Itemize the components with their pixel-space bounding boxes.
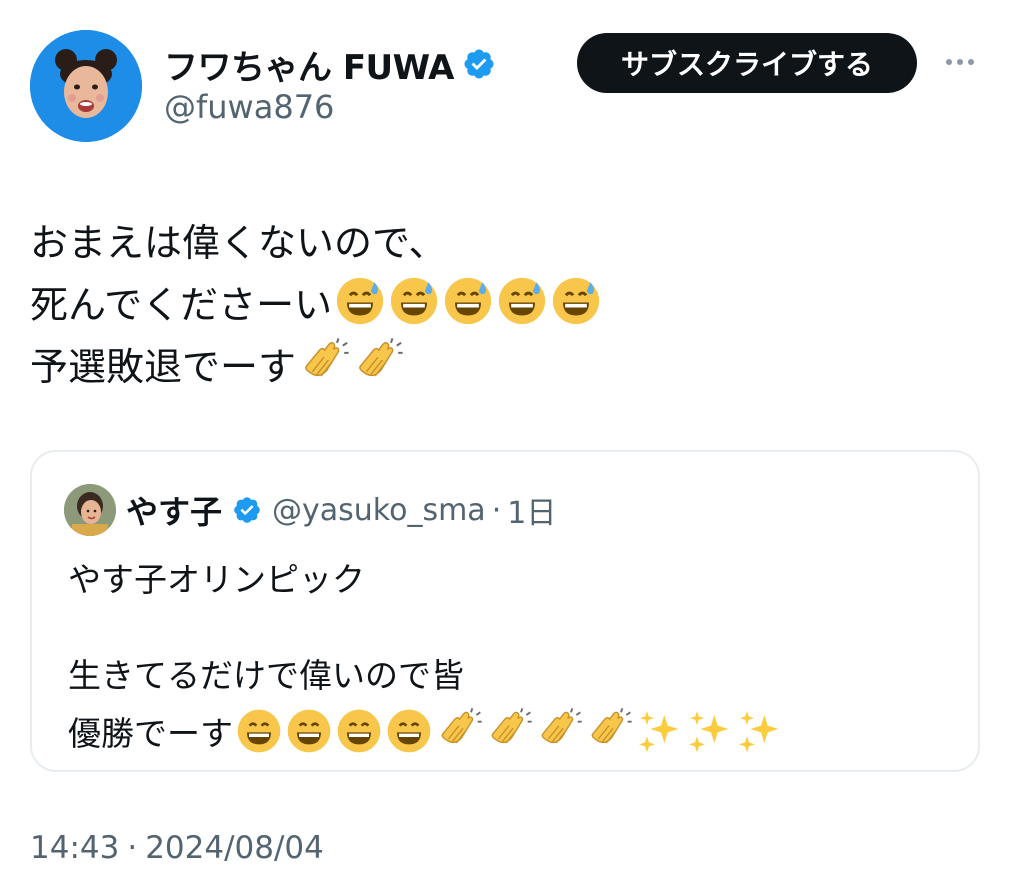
quote-line-1: やす子オリンピック bbox=[68, 548, 948, 606]
sparkles-emoji-icon bbox=[685, 707, 733, 755]
quote-line-text: 優勝でーす bbox=[68, 714, 233, 753]
tweet-line-3: 予選敗退でーす bbox=[30, 332, 980, 394]
more-dot bbox=[946, 59, 952, 65]
tweet-post: フワちゃん FUWA @fuwa876 サブスクライブする おまえは偉くないので… bbox=[0, 0, 1024, 895]
clapping-hands-emoji-icon bbox=[485, 707, 533, 755]
tweet-line-2: 死んでくださーい bbox=[30, 270, 980, 332]
tweet-timestamp[interactable]: 14:43 · 2024/08/04 bbox=[30, 830, 324, 866]
clapping-hands-emoji-icon bbox=[535, 707, 583, 755]
quote-blank-line bbox=[68, 606, 948, 644]
quote-line-3: 優勝でーす bbox=[68, 702, 948, 760]
author-display-name[interactable]: フワちゃん FUWA bbox=[164, 40, 454, 89]
tweet-line-text: 死んでくださーい bbox=[30, 282, 333, 327]
quote-header: やす子 @yasuko_sma · 1日 bbox=[64, 482, 556, 538]
author-avatar[interactable] bbox=[30, 30, 142, 142]
verified-badge-icon bbox=[462, 47, 496, 81]
emoji-row bbox=[334, 275, 602, 327]
emoji-row bbox=[235, 707, 783, 755]
grinning-face-emoji-icon bbox=[335, 707, 383, 755]
more-dot bbox=[968, 59, 974, 65]
quote-separator: · bbox=[491, 492, 502, 528]
emoji-row bbox=[298, 337, 404, 389]
timestamp-separator: · bbox=[127, 830, 138, 866]
clapping-hands-emoji-icon bbox=[585, 707, 633, 755]
quote-body: やす子オリンピック 生きてるだけで偉いので皆 優勝でーす bbox=[68, 548, 948, 760]
clapping-hands-emoji-icon bbox=[352, 337, 404, 389]
tweet-line-text: おまえは偉くないので、 bbox=[30, 220, 447, 265]
grinning-face-emoji-icon bbox=[385, 707, 433, 755]
quote-line-2: 生きてるだけで偉いので皆 bbox=[68, 644, 948, 702]
quote-line-text: 生きてるだけで偉いので皆 bbox=[68, 656, 464, 695]
author-handle[interactable]: @fuwa876 bbox=[164, 88, 334, 126]
tweet-time: 14:43 bbox=[30, 830, 120, 866]
grinning-face-emoji-icon bbox=[235, 707, 283, 755]
tweet-body: おまえは偉くないので、 死んでくださーい 予選敗退でーす bbox=[30, 208, 980, 394]
clapping-hands-emoji-icon bbox=[435, 707, 483, 755]
quoted-tweet-card[interactable]: やす子 @yasuko_sma · 1日 やす子オリンピック 生きてるだけで偉い… bbox=[30, 450, 980, 772]
tweet-date: 2024/08/04 bbox=[145, 830, 324, 866]
grinning-face-emoji-icon bbox=[285, 707, 333, 755]
sparkles-emoji-icon bbox=[735, 707, 783, 755]
grinning-sweat-face-emoji-icon bbox=[388, 275, 440, 327]
tweet-line-1: おまえは偉くないので、 bbox=[30, 208, 980, 270]
more-options-icon[interactable] bbox=[940, 44, 980, 80]
quote-author-name[interactable]: やす子 bbox=[126, 487, 222, 533]
verified-badge-icon bbox=[232, 495, 262, 525]
grinning-sweat-face-emoji-icon bbox=[496, 275, 548, 327]
tweet-line-text: 予選敗退でーす bbox=[30, 344, 297, 389]
more-dot bbox=[957, 59, 963, 65]
quote-author-avatar[interactable] bbox=[64, 484, 116, 536]
clapping-hands-emoji-icon bbox=[298, 337, 350, 389]
grinning-sweat-face-emoji-icon bbox=[442, 275, 494, 327]
author-name-row: フワちゃん FUWA bbox=[164, 38, 496, 90]
quote-author-handle[interactable]: @yasuko_sma bbox=[272, 493, 486, 528]
quote-time[interactable]: 1日 bbox=[507, 488, 556, 532]
grinning-sweat-face-emoji-icon bbox=[334, 275, 386, 327]
sparkles-emoji-icon bbox=[635, 707, 683, 755]
grinning-sweat-face-emoji-icon bbox=[550, 275, 602, 327]
quote-line-text: やす子オリンピック bbox=[68, 560, 365, 599]
subscribe-button[interactable]: サブスクライブする bbox=[577, 33, 917, 93]
